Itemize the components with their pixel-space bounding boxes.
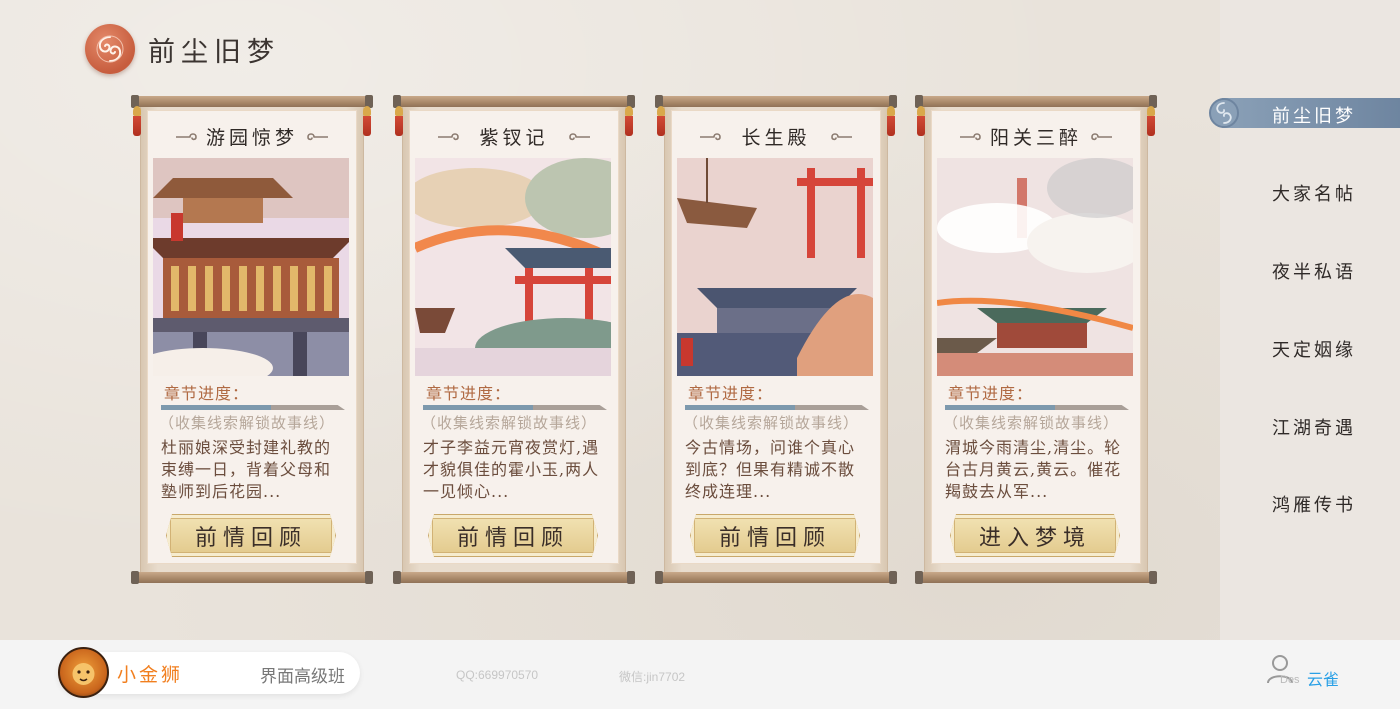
scroll-rod-bottom (393, 571, 635, 584)
review-button[interactable]: 前情回顾 (428, 514, 598, 557)
progress-bar (685, 405, 869, 410)
progress-label: 章节进度： (164, 384, 250, 403)
side-nav-item[interactable]: 鸿雁传书 (1272, 491, 1356, 517)
progress-hint: （收集线索解锁故事线） (159, 414, 336, 432)
progress-bar (161, 405, 345, 410)
scroll-title: 游园惊梦 (205, 127, 298, 149)
progress-fill (685, 405, 796, 410)
enter-dream-button[interactable]: 进入梦境 (950, 514, 1120, 557)
progress-hint: （收集线索解锁故事线） (421, 414, 598, 432)
progress-label: 章节进度： (426, 384, 512, 403)
side-nav-item[interactable]: 江湖奇遇 (1272, 414, 1356, 440)
progress-bar (423, 405, 607, 410)
scroll-rod-top (131, 95, 373, 108)
scroll-title: 阳关三醉 (989, 127, 1082, 149)
scroll-rod-top (393, 95, 635, 108)
side-nav-item[interactable]: 夜半私语 (1272, 258, 1356, 284)
story-illustration[interactable] (415, 158, 611, 376)
scroll-rod-top (915, 95, 1157, 108)
scroll-rod-bottom (915, 571, 1157, 584)
progress-bar (945, 405, 1129, 410)
story-summary: 才子李益元宵夜赏灯,遇才貌俱佳的霍小玉,两人一见倾心... (423, 438, 600, 501)
story-summary: 杜丽娘深受封建礼教的束缚一日，背着父母和塾师到后花园... (161, 438, 332, 501)
scroll-title: 紫钗记 (479, 127, 549, 149)
story-scroll-card: 紫钗记 章节进度： （收集线索解锁故事线） 才子李益元宵夜赏灯,遇才貌俱佳的霍小… (393, 95, 635, 584)
lion-avatar (58, 647, 109, 698)
side-nav-item[interactable]: 前尘旧梦 (1272, 102, 1356, 128)
cloud-swirl-icon (85, 24, 135, 74)
progress-label: 章节进度： (948, 384, 1034, 403)
story-summary: 今古情场，问谁个真心到底？但果有精诚不散终成连理... (685, 438, 856, 501)
story-illustration[interactable] (153, 158, 349, 376)
progress-fill (945, 405, 1056, 410)
story-scroll-card: 长生殿 章节进度： （收集线索解锁故事线） 今古情场，问谁个真心到底？但果有精诚… (655, 95, 897, 584)
page-title: 前尘旧梦 (148, 37, 280, 68)
scroll-rod-bottom (655, 571, 897, 584)
review-button[interactable]: 前情回顾 (690, 514, 860, 557)
progress-label: 章节进度： (688, 384, 774, 403)
flower-ornament-icon (1209, 98, 1239, 128)
story-scroll-card: 游园惊梦 章节进度： （收集线索解锁故事线） 杜丽娘深受封建礼教的束缚一日，背着… (131, 95, 373, 584)
progress-fill (423, 405, 534, 410)
course-label: 界面高级班 (260, 667, 345, 686)
qq-contact: QQ:669970570 (456, 668, 539, 682)
progress-fill (161, 405, 272, 410)
side-nav-item[interactable]: 天定姻缘 (1272, 336, 1356, 362)
side-nav-item[interactable]: 大家名帖 (1272, 180, 1356, 206)
review-button[interactable]: 前情回顾 (166, 514, 336, 557)
wechat-contact: 微信:jin7702 (619, 670, 686, 684)
story-summary: 渭城今雨清尘,清尘。轮台古月黄云,黄云。催花羯鼓去从军... (945, 438, 1122, 501)
progress-hint: （收集线索解锁故事线） (943, 414, 1120, 432)
story-scroll-card: 阳关三醉 章节进度： （收集线索解锁故事线） 渭城今雨清尘,清尘。轮台古月黄云,… (915, 95, 1157, 584)
scroll-rod-bottom (131, 571, 373, 584)
side-nav (1220, 0, 1400, 640)
progress-hint: （收集线索解锁故事线） (683, 414, 860, 432)
scroll-title: 长生殿 (741, 127, 811, 149)
scroll-rod-top (655, 95, 897, 108)
story-illustration[interactable] (677, 158, 873, 376)
user-name: 云雀 (1307, 672, 1340, 689)
brand-name: 小金狮 (117, 665, 184, 686)
user-role: Des (1280, 674, 1300, 686)
story-illustration[interactable] (937, 158, 1133, 376)
